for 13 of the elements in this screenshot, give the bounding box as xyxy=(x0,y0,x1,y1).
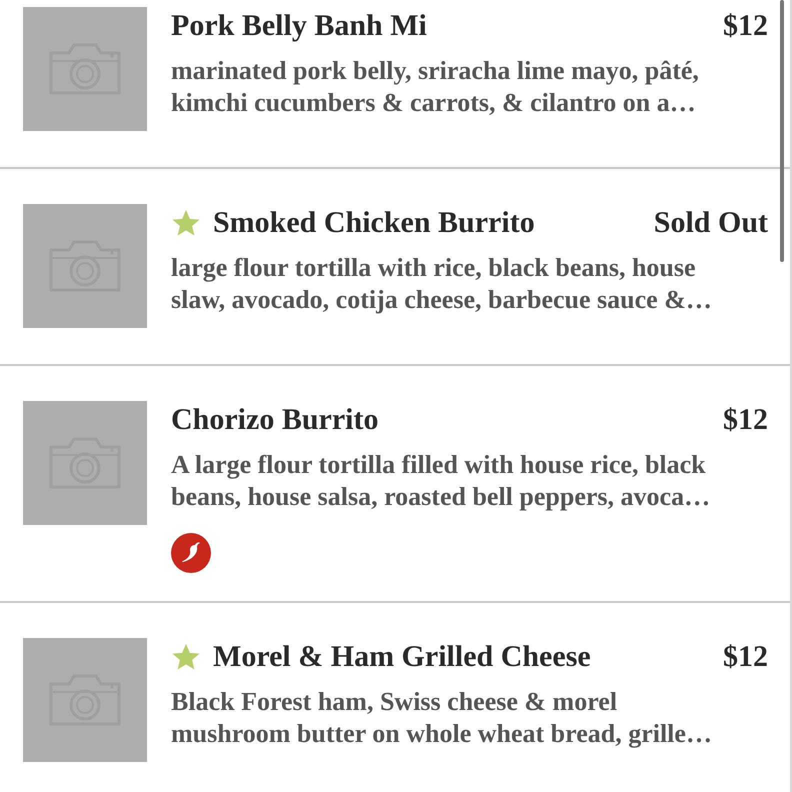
item-name: Pork Belly Banh Mi xyxy=(171,9,428,43)
item-description: Black Forest ham, Swiss cheese & morel mushroom butter on whole wheat bread, grille… xyxy=(171,686,713,750)
item-description: A large flour tortilla filled with house rice, black beans, house salsa, roasted bell peppers, avoca… xyxy=(171,449,712,513)
item-price: $12 xyxy=(723,403,768,437)
item-price: Sold Out xyxy=(654,206,768,240)
scrollbar[interactable] xyxy=(780,0,784,262)
item-name: Morel & Ham Grilled Cheese xyxy=(213,640,592,674)
item-price: $12 xyxy=(723,9,768,43)
item-name: Smoked Chicken Burrito xyxy=(213,206,536,240)
item-name: Chorizo Burrito xyxy=(171,403,380,437)
item-description: large flour tortilla with rice, black beans, house slaw, avocado, cotija cheese, barbecue sauce &… xyxy=(171,252,713,316)
item-price: $12 xyxy=(723,640,768,674)
item-description: marinated pork belly, sriracha lime mayo, pâté, kimchi cucumbers & carrots, & cilantro on a… xyxy=(171,55,700,119)
